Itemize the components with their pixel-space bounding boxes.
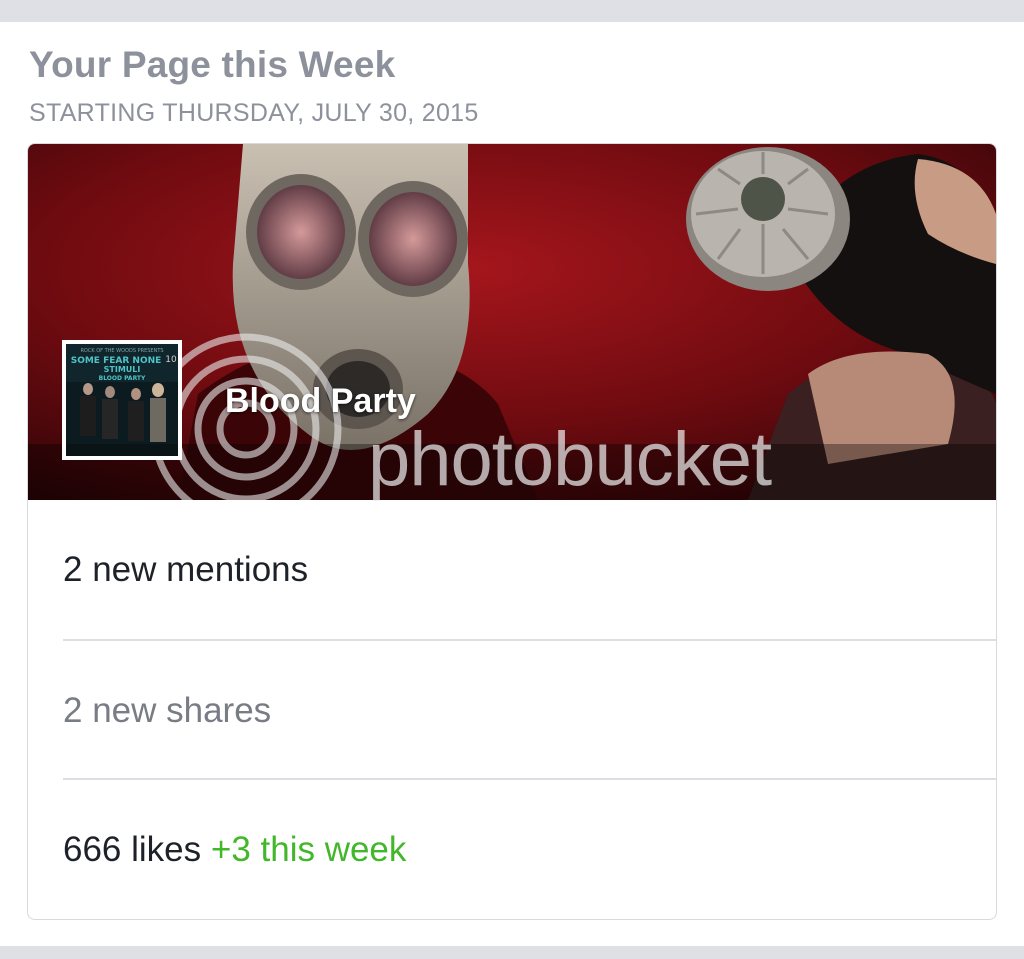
album-art-image: ROCK OF THE WOODS PRESENTS SOME FEAR NON… [66, 344, 178, 456]
page-summary-card[interactable]: ROCK OF THE WOODS PRESENTS SOME FEAR NON… [27, 143, 997, 920]
mentions-row[interactable]: 2 new mentions [28, 500, 996, 639]
likes-row[interactable]: 666 likes +3 this week [28, 780, 996, 919]
page-title: Your Page this Week [29, 44, 396, 85]
svg-text:BLOOD PARTY: BLOOD PARTY [99, 375, 146, 382]
svg-text:ROCK OF THE WOODS PRESENTS: ROCK OF THE WOODS PRESENTS [80, 348, 163, 354]
svg-text:STIMULI: STIMULI [104, 365, 141, 374]
mentions-text: 2 new mentions [63, 549, 309, 589]
svg-text:10: 10 [165, 355, 177, 365]
likes-summary: 666 likes +3 this week [63, 830, 406, 870]
page-profile-thumbnail[interactable]: ROCK OF THE WOODS PRESENTS SOME FEAR NON… [62, 340, 182, 460]
week-start-date: STARTING THURSDAY, JULY 30, 2015 [29, 99, 479, 127]
bottom-separator [0, 946, 1024, 959]
shares-text: 2 new shares [63, 690, 272, 730]
photobucket-watermark: photobucket [368, 417, 772, 502]
shares-row[interactable]: 2 new shares [28, 641, 996, 780]
likes-weekly-change: +3 this week [210, 829, 407, 869]
likes-count: 666 likes [63, 829, 202, 869]
